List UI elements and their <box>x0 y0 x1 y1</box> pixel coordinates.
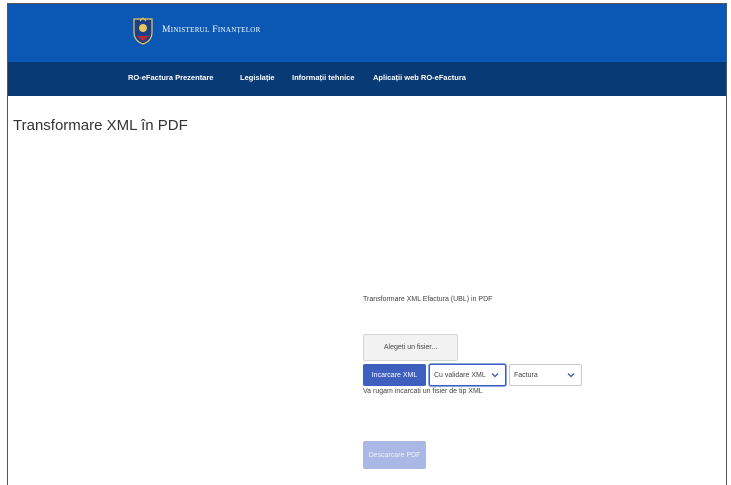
page-title: Transformare XML în PDF <box>13 117 188 134</box>
choose-file-label: Alegeti un fisier... <box>383 344 438 351</box>
validation-select[interactable]: Cu validare XML <box>429 364 506 386</box>
nav-item-informatii-tehnice[interactable]: Informații tehnice <box>292 73 355 82</box>
form-description: Transformare XML Efactura (UBL) in PDF <box>363 296 493 303</box>
choose-file-button[interactable]: Alegeti un fisier... <box>363 334 458 361</box>
download-pdf-button[interactable]: Descarcare PDF <box>363 441 426 469</box>
main-nav: RO-eFactura Prezentare Legislație Inform… <box>8 62 726 96</box>
document-type-select-value: Factura <box>514 371 538 379</box>
document-type-select[interactable]: Factura <box>509 364 582 386</box>
ministry-coat-of-arms-icon[interactable] <box>131 16 155 46</box>
top-header: Ministerul Finanțelor <box>8 4 726 62</box>
nav-item-prezentare[interactable]: RO-eFactura Prezentare <box>128 73 213 82</box>
nav-item-aplicatii-web[interactable]: Aplicații web RO-eFactura <box>373 73 466 82</box>
download-pdf-label: Descarcare PDF <box>368 451 421 459</box>
upload-hint: Va rugam incarcati un fisier de tip XML <box>363 388 483 395</box>
validation-select-value: Cu validare XML <box>434 371 486 379</box>
chevron-down-icon <box>567 373 575 378</box>
upload-xml-label: Incarcare XML <box>371 371 418 379</box>
chevron-down-icon <box>491 373 499 378</box>
browser-page: Ministerul Finanțelor RO-eFactura Prezen… <box>7 3 727 485</box>
site-brand[interactable]: Ministerul Finanțelor <box>162 25 261 35</box>
upload-xml-button[interactable]: Incarcare XML <box>363 364 426 386</box>
nav-item-legislatie[interactable]: Legislație <box>240 73 275 82</box>
